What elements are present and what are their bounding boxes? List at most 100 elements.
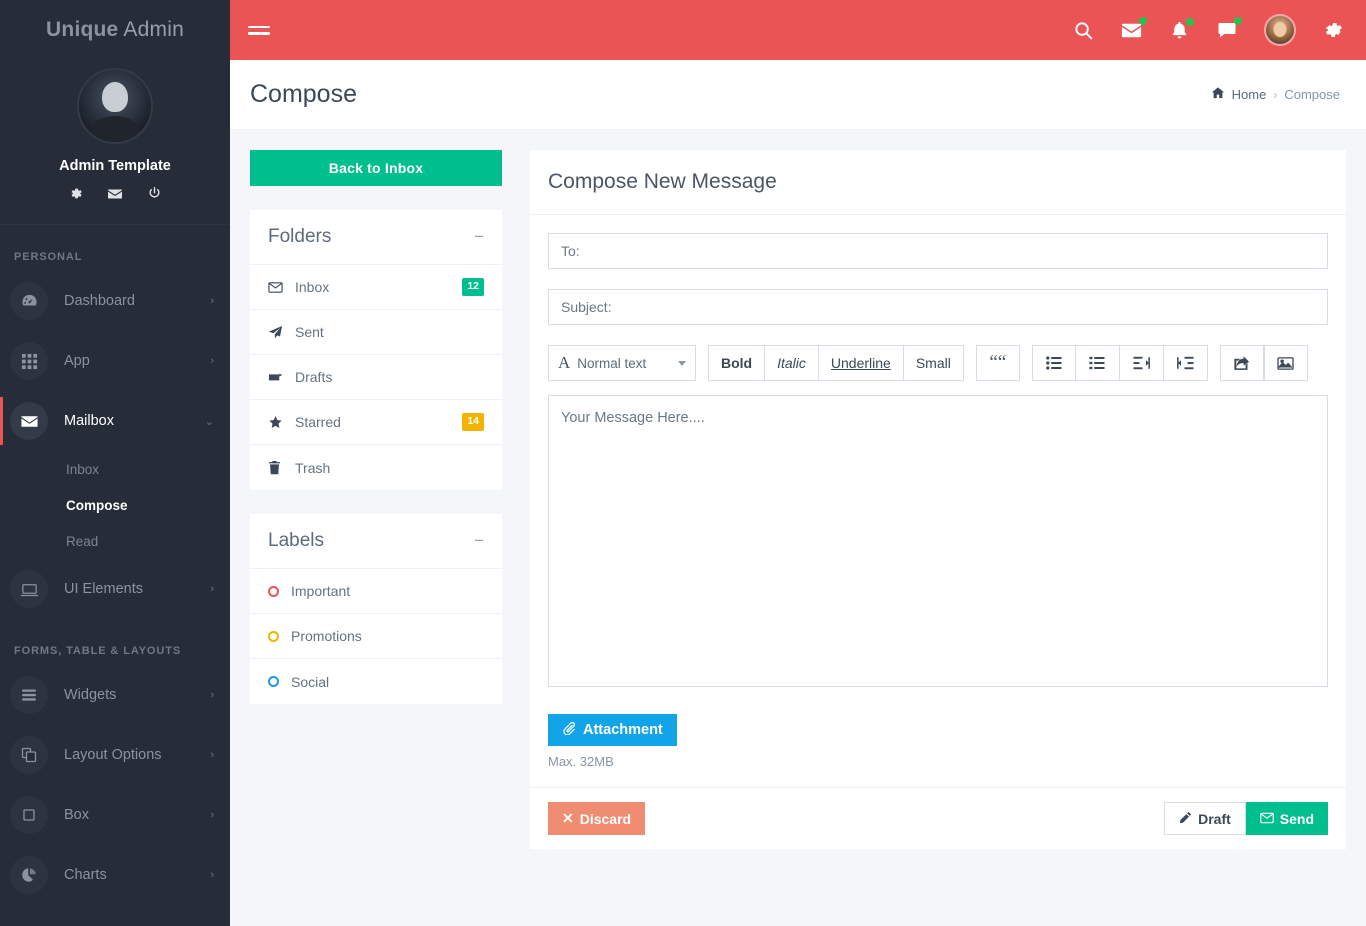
toolbar-gap	[1020, 345, 1032, 381]
message-editor[interactable]	[548, 395, 1328, 687]
back-to-inbox-button[interactable]: Back to Inbox	[250, 150, 502, 186]
label-item-social[interactable]: Social	[250, 659, 502, 704]
chevron-right-icon: ›	[210, 689, 214, 701]
breadcrumb-home[interactable]: Home	[1232, 87, 1267, 102]
ordered-list-icon[interactable]	[1076, 345, 1120, 381]
discard-label: Discard	[580, 811, 631, 827]
breadcrumb-current: Compose	[1284, 87, 1340, 102]
attachment-button[interactable]: Attachment	[548, 714, 677, 746]
chat-icon[interactable]	[1216, 19, 1238, 41]
underline-button[interactable]: Underline	[819, 345, 904, 381]
sidebar-label-dashboard: Dashboard	[64, 293, 210, 309]
folders-panel-header: Folders −	[250, 210, 502, 265]
italic-button[interactable]: Italic	[765, 345, 819, 381]
sidebar-sublabel-compose: Compose	[66, 498, 128, 513]
sidebar-item-widgets[interactable]: Widgets ›	[0, 665, 230, 725]
copy-icon	[10, 736, 48, 774]
profile-gear-icon[interactable]	[68, 186, 83, 202]
toolbar-gap	[964, 345, 976, 381]
brand-logo[interactable]: UniqueAdmin	[0, 0, 230, 60]
sidebar-profile: Admin Template	[0, 60, 230, 225]
collapse-icon[interactable]: −	[474, 232, 484, 242]
sidebar-label-app: App	[64, 353, 210, 369]
compose-card: Compose New Message A Normal text	[530, 150, 1346, 849]
small-button[interactable]: Small	[904, 345, 964, 381]
outdent-icon[interactable]	[1164, 345, 1208, 381]
header-actions	[1073, 14, 1344, 46]
bell-icon[interactable]	[1169, 20, 1190, 41]
compose-card-body: A Normal text Bold Italic Underline Smal…	[530, 215, 1346, 787]
blockquote-icon[interactable]: ““	[976, 345, 1020, 381]
sidebar-section-forms: FORMS, TABLE & LAYOUTS	[0, 619, 230, 665]
user-avatar[interactable]	[1264, 14, 1296, 46]
paperclip-icon	[562, 721, 576, 739]
label-item-promotions[interactable]: Promotions	[250, 614, 502, 659]
image-icon[interactable]	[1264, 345, 1308, 381]
sidebar-label-layout-options: Layout Options	[64, 747, 210, 763]
indent-icon[interactable]	[1120, 345, 1164, 381]
folder-badge-starred: 14	[462, 413, 484, 431]
draft-label: Draft	[1198, 811, 1231, 827]
brand-name-light: Admin	[123, 18, 184, 42]
to-field[interactable]	[548, 233, 1328, 269]
subject-field[interactable]	[548, 289, 1328, 325]
mail-icon[interactable]	[1120, 19, 1143, 42]
toolbar-gap	[1208, 345, 1220, 381]
bars-icon	[10, 676, 48, 714]
brand-name-bold: Unique	[46, 18, 118, 42]
list-group	[1032, 345, 1208, 381]
sidebar-item-ui-elements[interactable]: UI Elements ›	[0, 559, 230, 619]
send-button[interactable]: Send	[1246, 802, 1328, 835]
sidebar-item-mailbox[interactable]: Mailbox ⌄	[0, 391, 230, 451]
dashboard-icon	[10, 282, 48, 320]
folders-title: Folders	[268, 226, 474, 248]
folder-badge-inbox: 12	[462, 278, 484, 296]
label-item-important[interactable]: Important	[250, 569, 502, 614]
font-style-icon: A	[558, 353, 570, 373]
profile-envelope-icon[interactable]	[107, 186, 123, 202]
sidebar-label-ui-elements: UI Elements	[64, 581, 210, 597]
sidebar-subitem-compose[interactable]: Compose	[0, 487, 230, 523]
label-text-promotions: Promotions	[291, 628, 484, 644]
profile-power-icon[interactable]	[147, 186, 162, 202]
paper-plane-icon	[268, 325, 283, 340]
unordered-list-icon[interactable]	[1032, 345, 1076, 381]
pencil-icon	[1179, 811, 1192, 827]
hamburger-icon[interactable]	[248, 22, 270, 39]
attachment-label: Attachment	[583, 722, 663, 738]
folder-item-starred[interactable]: Starred 14	[250, 400, 502, 445]
folder-item-drafts[interactable]: Drafts	[250, 355, 502, 400]
gear-icon[interactable]	[1322, 19, 1344, 41]
envelope-icon	[1260, 811, 1274, 827]
sidebar-subitem-read[interactable]: Read	[0, 523, 230, 559]
labels-panel: Labels − Important Promotions Social	[250, 514, 502, 704]
sidebar-sublabel-inbox: Inbox	[66, 462, 99, 477]
search-icon[interactable]	[1073, 20, 1094, 41]
discard-button[interactable]: ✕ Discard	[548, 802, 645, 835]
monitor-icon	[10, 570, 48, 608]
main-area: Compose Home › Compose Back to Inbox Fol…	[230, 0, 1366, 926]
top-header	[230, 0, 1366, 60]
profile-avatar	[77, 68, 153, 144]
label-text-important: Important	[291, 583, 484, 599]
text-style-select[interactable]: A Normal text	[548, 345, 696, 381]
collapse-icon[interactable]: −	[474, 536, 484, 546]
sidebar-item-dashboard[interactable]: Dashboard ›	[0, 271, 230, 331]
draft-button[interactable]: Draft	[1164, 802, 1246, 835]
bold-button[interactable]: Bold	[708, 345, 765, 381]
folder-item-sent[interactable]: Sent	[250, 310, 502, 355]
folder-item-trash[interactable]: Trash	[250, 445, 502, 490]
sidebar-subitem-inbox[interactable]: Inbox	[0, 451, 230, 487]
sidebar-item-app[interactable]: App ›	[0, 331, 230, 391]
envelope-icon	[10, 402, 48, 440]
sidebar-item-layout-options[interactable]: Layout Options ›	[0, 725, 230, 785]
sidebar-item-charts[interactable]: Charts ›	[0, 845, 230, 905]
folder-item-inbox[interactable]: Inbox 12	[250, 265, 502, 310]
folder-label-drafts: Drafts	[295, 369, 484, 385]
link-icon[interactable]	[1220, 345, 1264, 381]
notification-dot	[1186, 18, 1194, 26]
home-icon	[1211, 86, 1225, 103]
label-dot-important	[268, 586, 279, 597]
sidebar-item-box[interactable]: Box ›	[0, 785, 230, 845]
labels-panel-header: Labels −	[250, 514, 502, 569]
